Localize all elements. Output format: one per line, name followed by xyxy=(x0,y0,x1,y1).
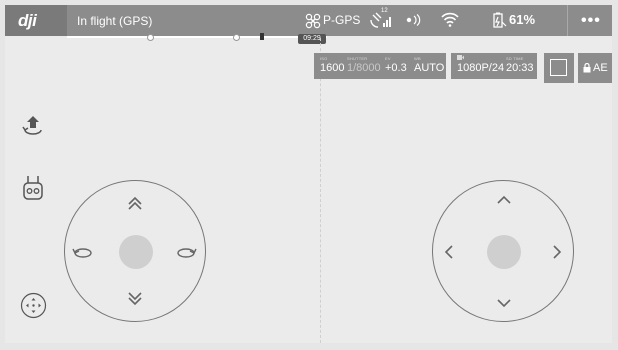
forward-arrow-icon xyxy=(497,195,511,204)
center-divider xyxy=(320,38,321,343)
iso-param: ISO 1600 xyxy=(320,56,345,74)
flight-timeline xyxy=(67,33,327,41)
right-virtual-stick[interactable] xyxy=(432,180,574,322)
fpv-screen: dji In flight (GPS) P-GPS 12 61% ••• 09:… xyxy=(5,5,612,343)
rc-signal-icon[interactable] xyxy=(405,14,421,26)
video-icon xyxy=(457,55,464,60)
ev-param: EV +0.3 xyxy=(385,56,407,74)
battery-percent: 61% xyxy=(509,12,536,27)
right-stick-knob[interactable] xyxy=(487,235,521,269)
ae-lock-button[interactable]: AE xyxy=(578,53,612,83)
focus-square-icon xyxy=(550,59,567,76)
left-stick-knob[interactable] xyxy=(119,235,153,269)
remote-controller-icon[interactable] xyxy=(22,175,44,206)
wb-param: WB AUTO xyxy=(414,56,445,74)
rotate-right-icon xyxy=(177,248,197,258)
timeline-home-marker xyxy=(260,33,264,40)
sd-time-param: SD TIME 20:33 xyxy=(506,56,534,74)
battery-icon[interactable] xyxy=(493,12,507,28)
gps-count: 12 xyxy=(381,8,388,14)
timeline-marker xyxy=(233,34,240,41)
resolution-param: 1080P/24 xyxy=(457,55,504,74)
flight-mode[interactable]: P-GPS xyxy=(323,13,360,27)
left-virtual-stick[interactable] xyxy=(64,180,206,322)
descend-arrow-icon xyxy=(128,292,142,306)
drone-icon xyxy=(305,13,321,29)
joystick-mode-icon[interactable] xyxy=(20,292,47,324)
home-button[interactable]: dji xyxy=(5,5,67,36)
focus-metering-button[interactable] xyxy=(544,53,574,83)
timeline-marker xyxy=(147,34,154,41)
left-arrow-icon xyxy=(444,245,453,259)
more-button[interactable]: ••• xyxy=(581,12,601,30)
flight-status[interactable]: In flight (GPS) xyxy=(77,14,152,28)
ae-label: AE xyxy=(593,62,608,74)
backward-arrow-icon xyxy=(497,299,511,308)
separator xyxy=(567,5,568,36)
lock-icon xyxy=(583,63,591,73)
camera-exposure-settings[interactable]: ISO 1600 SHUTTER 1/8000 EV +0.3 WB AUTO xyxy=(314,53,446,79)
wifi-icon[interactable] xyxy=(441,12,459,27)
shutter-param: SHUTTER 1/8000 xyxy=(347,56,381,74)
timeline-time: 09:29 xyxy=(298,34,326,44)
takeoff-icon[interactable] xyxy=(21,114,45,143)
top-status-bar: dji In flight (GPS) P-GPS 12 61% ••• xyxy=(5,5,612,36)
video-info[interactable]: 1080P/24 SD TIME 20:33 xyxy=(451,53,537,79)
ascend-arrow-icon xyxy=(128,196,142,210)
dji-logo: dji xyxy=(18,11,37,30)
rotate-left-icon xyxy=(72,248,92,258)
right-arrow-icon xyxy=(553,245,562,259)
